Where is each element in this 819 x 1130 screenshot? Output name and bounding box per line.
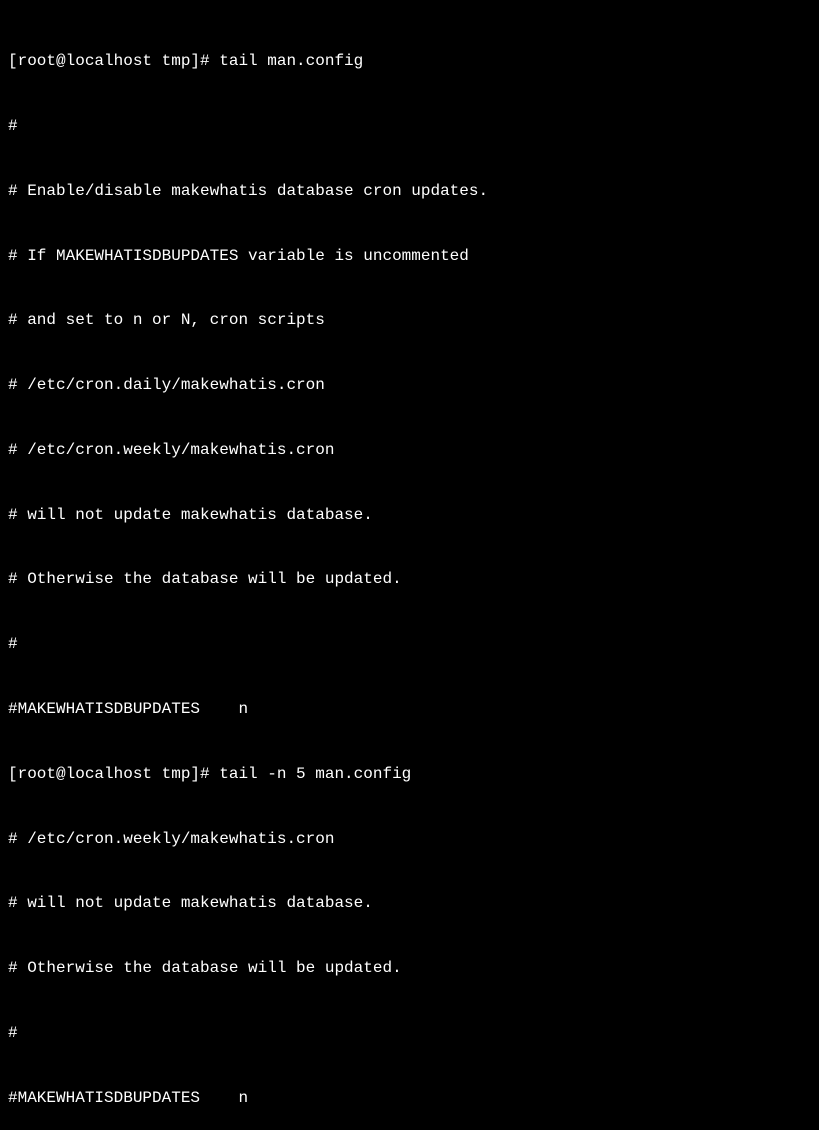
output-line: # will not update makewhatis database.	[8, 505, 811, 527]
output-line: # and set to n or N, cron scripts	[8, 310, 811, 332]
output-line: #	[8, 116, 811, 138]
command-line-1: [root@localhost tmp]# tail man.config	[8, 51, 811, 73]
output-line: #MAKEWHATISDBUPDATES n	[8, 1088, 811, 1110]
command-text: tail man.config	[219, 51, 363, 73]
command-line-2: [root@localhost tmp]# tail -n 5 man.conf…	[8, 764, 811, 786]
output-line: # Otherwise the database will be updated…	[8, 569, 811, 591]
output-line: #MAKEWHATISDBUPDATES n	[8, 699, 811, 721]
shell-prompt: [root@localhost tmp]#	[8, 764, 219, 786]
output-line: # Enable/disable makewhatis database cro…	[8, 181, 811, 203]
shell-prompt: [root@localhost tmp]#	[8, 51, 219, 73]
command-text: tail -n 5 man.config	[219, 764, 411, 786]
output-line: # Otherwise the database will be updated…	[8, 958, 811, 980]
output-line: # /etc/cron.weekly/makewhatis.cron	[8, 829, 811, 851]
output-line: # If MAKEWHATISDBUPDATES variable is unc…	[8, 246, 811, 268]
output-line: # /etc/cron.daily/makewhatis.cron	[8, 375, 811, 397]
output-line: # will not update makewhatis database.	[8, 893, 811, 915]
output-line: # /etc/cron.weekly/makewhatis.cron	[8, 440, 811, 462]
output-line: #	[8, 1023, 811, 1045]
terminal-window[interactable]: [root@localhost tmp]# tail man.config # …	[8, 8, 811, 1130]
output-line: #	[8, 634, 811, 656]
